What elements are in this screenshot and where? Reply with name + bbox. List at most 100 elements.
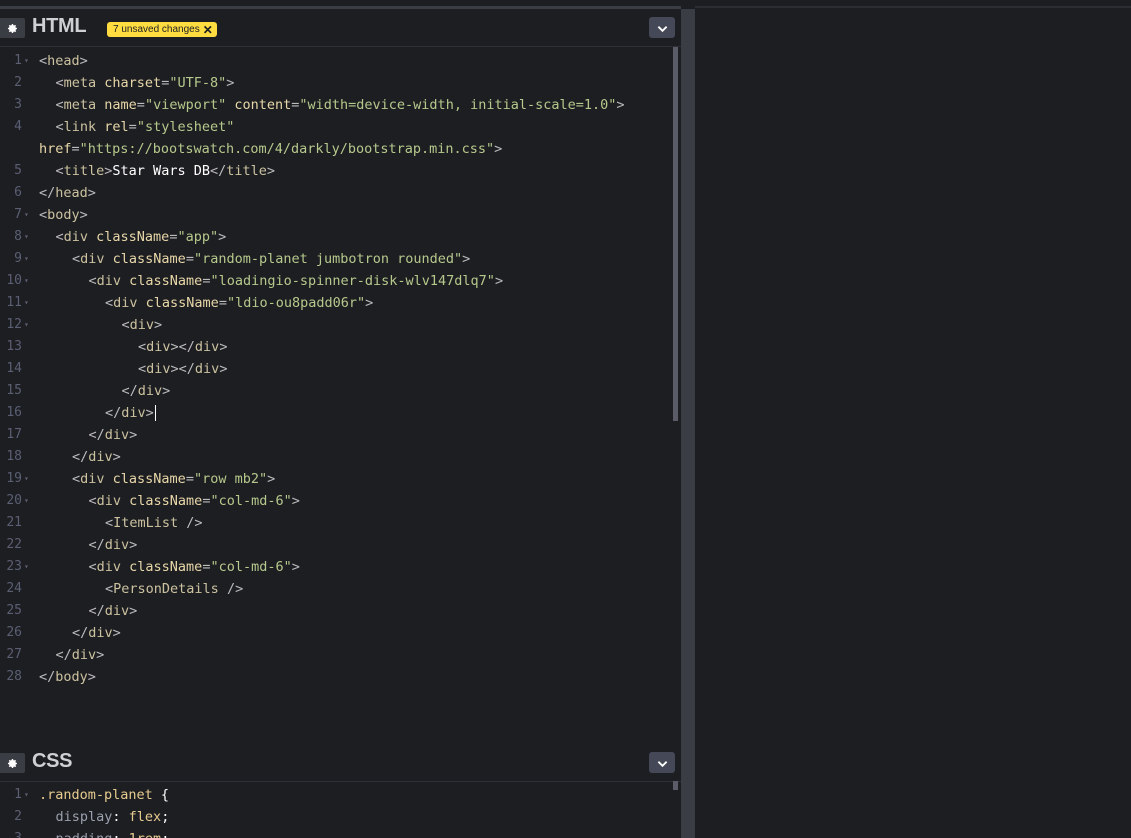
code-token: className	[129, 559, 203, 575]
code-line[interactable]: 2 <meta charset="UTF-8">	[0, 72, 670, 94]
code-token: "col-md-6"	[210, 559, 292, 575]
code-token: content	[226, 97, 292, 113]
html-collapse-button[interactable]	[649, 17, 675, 38]
fold-arrow-icon[interactable]: ▾	[24, 292, 29, 314]
code-line[interactable]: 14 <div></div>	[0, 358, 670, 380]
html-settings-button[interactable]	[0, 18, 25, 38]
code-text: </div>	[89, 424, 138, 446]
code-line[interactable]: 28 </body>	[0, 666, 670, 688]
fold-arrow-icon[interactable]: ▾	[24, 270, 29, 292]
fold-arrow-icon[interactable]: ▾	[24, 784, 29, 806]
editor-preview-resizer[interactable]	[681, 9, 695, 838]
fold-arrow-icon[interactable]: ▾	[24, 556, 29, 578]
line-number: 6	[14, 185, 22, 200]
code-token: "viewport"	[144, 97, 227, 113]
code-text: </div>	[72, 622, 121, 644]
code-token: </	[39, 669, 56, 685]
code-token: div	[146, 361, 171, 377]
code-line[interactable]: 7 ▾ <body>	[0, 204, 670, 226]
fold-arrow-icon[interactable]: ▾	[24, 204, 29, 226]
css-scrollbar-thumb[interactable]	[673, 781, 678, 790]
code-line[interactable]: 19 ▾ <div className="row mb2">	[0, 468, 670, 490]
line-number: 28	[6, 669, 22, 684]
css-code-editor[interactable]: 1▾ .random-planet {2display: flex;3paddin…	[0, 784, 681, 838]
code-line[interactable]: 4 <link rel="stylesheet"	[0, 116, 670, 138]
code-token: div	[80, 251, 113, 267]
code-text: </div>	[122, 380, 171, 402]
html-scrollbar-thumb[interactable]	[673, 47, 678, 421]
fold-arrow-icon[interactable]: ▾	[24, 314, 29, 336]
line-number: 16	[6, 405, 22, 420]
line-number: 1	[14, 787, 22, 802]
code-token: :	[112, 809, 129, 825]
code-token: >	[129, 427, 138, 443]
code-token: {	[160, 787, 170, 803]
code-line[interactable]: 1 ▾ .random-planet {	[0, 784, 670, 806]
code-line[interactable]: 24 <PersonDetails />	[0, 578, 670, 600]
close-icon[interactable]: ✕	[203, 24, 213, 36]
code-token: >	[494, 273, 504, 289]
code-token: >	[129, 603, 138, 619]
code-line[interactable]: 20 ▾ <div className="col-md-6">	[0, 490, 670, 512]
code-text: <head>	[39, 50, 88, 72]
code-token: >	[291, 493, 300, 509]
code-token: <	[72, 471, 81, 487]
code-text: <div className="random-planet jumbotron …	[72, 248, 470, 270]
fold-arrow-icon[interactable]: ▾	[24, 468, 29, 490]
unsaved-changes-badge[interactable]: 7 unsaved changes ✕	[107, 22, 217, 37]
code-token: >	[162, 383, 171, 399]
code-line[interactable]: 25 </div>	[0, 600, 670, 622]
code-token: <	[72, 251, 81, 267]
code-line[interactable]: 21 <ItemList />	[0, 512, 670, 534]
code-token: "loadingio-spinner-disk-wlv147dlq7"	[210, 273, 495, 289]
code-line[interactable]: 23 ▾ <div className="col-md-6">	[0, 556, 670, 578]
css-collapse-button[interactable]	[649, 752, 675, 773]
unsaved-changes-label: 7 unsaved changes	[113, 24, 200, 35]
line-number: 23	[6, 559, 22, 574]
code-token: .random-planet	[39, 787, 161, 803]
code-token: <	[138, 339, 147, 355]
code-line[interactable]: 12 ▾ <div>	[0, 314, 670, 336]
code-text: </head>	[39, 182, 96, 204]
code-line[interactable]: 3 <meta name="viewport" content="width=de…	[0, 94, 670, 116]
code-token: =	[71, 141, 80, 157]
code-token: <	[39, 53, 48, 69]
code-line[interactable]: 3 padding: 1rem;	[0, 828, 670, 838]
code-token: div	[96, 273, 130, 289]
code-line[interactable]: 16 </div>	[0, 402, 670, 424]
code-line[interactable]: 15 </div>	[0, 380, 670, 402]
code-token: >	[218, 229, 227, 245]
code-token: className	[112, 251, 186, 267]
css-settings-button[interactable]	[0, 753, 25, 773]
fold-arrow-icon[interactable]: ▾	[24, 248, 29, 270]
fold-arrow-icon[interactable]: ▾	[24, 50, 29, 72]
code-token: div	[80, 471, 113, 487]
code-line[interactable]: 18 </div>	[0, 446, 670, 468]
line-number: 25	[6, 603, 22, 618]
code-line[interactable]: 17 </div>	[0, 424, 670, 446]
code-token: div	[146, 339, 171, 355]
html-code-editor[interactable]: 1 ▾ <head> 2 <meta charset="UTF-8"> 3 <meta na…	[0, 50, 681, 740]
fold-arrow-icon[interactable]: ▾	[24, 490, 29, 512]
code-line[interactable]: 1 ▾ <head>	[0, 50, 670, 72]
code-token: </	[88, 537, 105, 553]
code-line[interactable]: 6 </head>	[0, 182, 670, 204]
line-number: 8	[14, 229, 22, 244]
code-line[interactable]: 2 display: flex;	[0, 806, 670, 828]
code-line[interactable]: 27 </div>	[0, 644, 670, 666]
line-number: 2	[14, 809, 22, 824]
code-line[interactable]: 9 ▾ <div className="random-planet jumbotro…	[0, 248, 670, 270]
code-line[interactable]: 13 <div></div>	[0, 336, 670, 358]
code-line[interactable]: 11 ▾ <div className="ldio-ou8padd06r">	[0, 292, 670, 314]
code-line[interactable]: 5 <title>Star Wars DB</title>	[0, 160, 670, 182]
code-token: >	[87, 185, 96, 201]
code-line[interactable]: 22 </div>	[0, 534, 670, 556]
code-line[interactable]: 10 ▾ <div className="loadingio-spinner-dis…	[0, 270, 670, 292]
fold-arrow-icon[interactable]: ▾	[24, 226, 29, 248]
line-number: 11	[6, 295, 22, 310]
gear-icon	[7, 19, 18, 38]
code-line[interactable]: href="https://bootswatch.com/4/darkly/bo…	[0, 138, 670, 160]
code-line[interactable]: 26 </div>	[0, 622, 670, 644]
code-line[interactable]: 8 ▾ <div className="app">	[0, 226, 670, 248]
code-token: div	[104, 603, 130, 619]
